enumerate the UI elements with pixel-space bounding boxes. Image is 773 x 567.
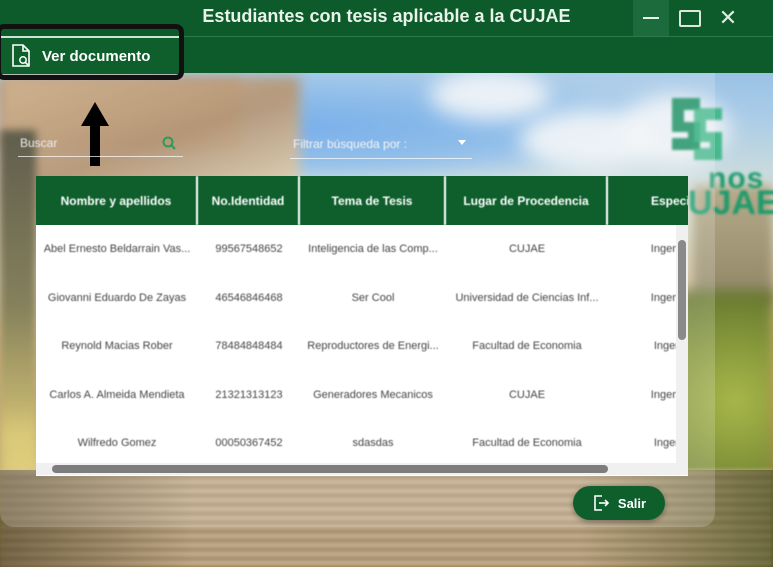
search-placeholder: Buscar bbox=[20, 136, 58, 150]
cell-name: Wilfredo Gomez bbox=[77, 437, 157, 450]
table-row[interactable]: Carlos A. Almeida Mendieta 21321313123 G… bbox=[36, 371, 688, 420]
filter-dropdown[interactable]: Filtrar búsqueda por : bbox=[290, 134, 472, 159]
chevron-down-icon bbox=[458, 140, 466, 145]
exit-button[interactable]: Salir bbox=[573, 486, 665, 520]
exit-icon bbox=[594, 495, 610, 511]
cell-id: 99567548652 bbox=[215, 243, 283, 256]
column-header-origin[interactable]: Lugar de Procedencia bbox=[446, 176, 608, 225]
column-header-specialty[interactable]: Especiali bbox=[608, 176, 688, 225]
cell-thesis: Reproductores de Energi... bbox=[307, 340, 439, 353]
maximize-icon bbox=[679, 9, 701, 27]
table-body: Abel Ernesto Beldarrain Vas... 995675486… bbox=[36, 225, 688, 468]
table-row[interactable]: Abel Ernesto Beldarrain Vas... 995675486… bbox=[36, 225, 688, 274]
close-icon: ✕ bbox=[718, 5, 738, 30]
cell-thesis: Inteligencia de las Comp... bbox=[308, 243, 438, 256]
table-row[interactable]: Wilfredo Gomez 00050367452 sdasdas Facul… bbox=[36, 419, 688, 468]
cell-thesis: Ser Cool bbox=[351, 291, 395, 304]
cell-origin: Facultad de Economia bbox=[472, 437, 582, 450]
table-row[interactable]: Giovanni Eduardo De Zayas 46546846468 Se… bbox=[36, 274, 688, 323]
cell-origin: CUJAE bbox=[508, 243, 546, 256]
cell-origin: Facultad de Economia bbox=[472, 340, 582, 353]
exit-button-label: Salir bbox=[617, 495, 647, 511]
horizontal-scroll-thumb[interactable] bbox=[52, 465, 608, 473]
table-header: Nombre y apellidos No.Identidad Tema de … bbox=[36, 176, 688, 225]
column-header-thesis[interactable]: Tema de Tesis bbox=[300, 176, 446, 225]
view-document-label: Ver documento bbox=[42, 47, 151, 65]
cell-thesis: Generadores Mecanicos bbox=[313, 388, 433, 401]
cell-origin: CUJAE bbox=[508, 388, 546, 401]
cell-origin: Universidad de Ciencias Inf... bbox=[455, 291, 599, 304]
column-header-name[interactable]: Nombre y apellidos bbox=[36, 176, 198, 225]
vertical-scroll-thumb[interactable] bbox=[678, 240, 686, 340]
cell-id: 00050367452 bbox=[215, 437, 283, 450]
column-header-id[interactable]: No.Identidad bbox=[198, 176, 300, 225]
document-search-icon bbox=[12, 44, 30, 67]
cell-id: 78484848484 bbox=[215, 340, 283, 353]
close-button[interactable]: ✕ bbox=[710, 0, 746, 36]
cell-name: Abel Ernesto Beldarrain Vas... bbox=[43, 243, 191, 256]
view-document-menu-item[interactable]: Ver documento bbox=[0, 36, 183, 74]
table-row[interactable]: Reynold Macias Rober 78484848484 Reprodu… bbox=[36, 322, 688, 371]
cell-name: Carlos A. Almeida Mendieta bbox=[49, 388, 185, 401]
cell-name: Reynold Macias Rober bbox=[61, 340, 173, 353]
search-input[interactable]: Buscar bbox=[18, 132, 183, 157]
cell-thesis: sdasdas bbox=[352, 437, 394, 450]
students-table: Nombre y apellidos No.Identidad Tema de … bbox=[36, 176, 688, 476]
filter-placeholder: Filtrar búsqueda por : bbox=[293, 137, 408, 151]
cell-name: Giovanni Eduardo De Zayas bbox=[47, 291, 187, 304]
maximize-button[interactable] bbox=[672, 0, 708, 36]
minimize-icon bbox=[643, 17, 659, 19]
minimize-button[interactable] bbox=[633, 0, 669, 36]
search-icon[interactable] bbox=[161, 135, 177, 151]
cell-id: 21321313123 bbox=[215, 388, 283, 401]
cell-id: 46546846468 bbox=[215, 291, 283, 304]
